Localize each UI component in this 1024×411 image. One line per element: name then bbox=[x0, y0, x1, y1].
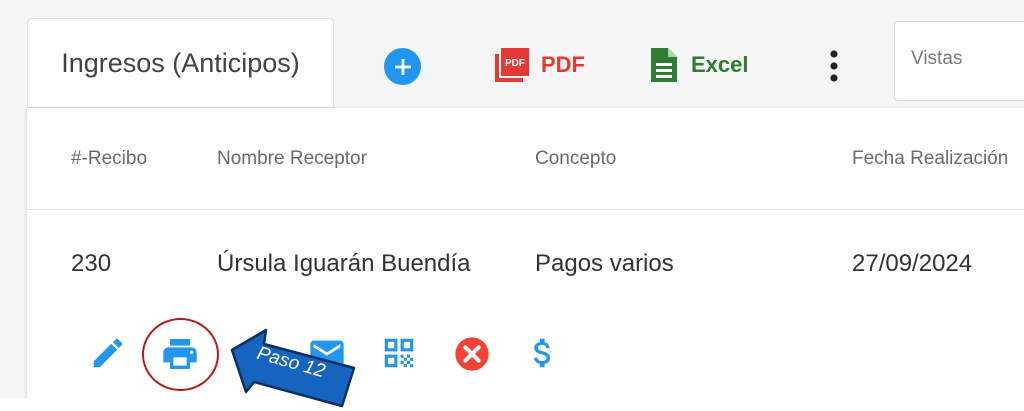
cell-recibo: 230 bbox=[71, 250, 112, 277]
cell-nombre-receptor: Úrsula Iguarán Buendía bbox=[217, 250, 471, 277]
excel-label: Excel bbox=[691, 52, 749, 77]
edit-button[interactable] bbox=[89, 334, 127, 377]
qr-code-icon bbox=[384, 338, 414, 368]
export-excel-button[interactable]: Excel bbox=[649, 46, 749, 84]
views-placeholder: Vistas bbox=[911, 48, 963, 69]
cancel-button[interactable] bbox=[452, 334, 492, 379]
pdf-icon-badge: PDF bbox=[505, 58, 525, 69]
excel-file-icon bbox=[651, 48, 677, 82]
cell-fecha: 27/09/2024 bbox=[852, 250, 973, 277]
tab-ingresos-anticipos[interactable]: Ingresos (Anticipos) bbox=[27, 18, 334, 108]
highlight-circle bbox=[142, 318, 219, 391]
pdf-file-icon: PDF bbox=[495, 48, 529, 82]
column-header-nombre-receptor[interactable]: Nombre Receptor bbox=[217, 148, 367, 170]
edit-icon bbox=[93, 338, 123, 368]
step-callout-arrow: Paso 12 bbox=[224, 322, 359, 411]
footer-strip bbox=[0, 398, 1024, 411]
views-select[interactable]: Vistas bbox=[894, 21, 1024, 101]
column-header-concepto[interactable]: Concepto bbox=[535, 148, 616, 170]
kebab-menu-icon bbox=[830, 50, 838, 82]
column-header-recibo[interactable]: #-Recibo bbox=[71, 148, 147, 170]
cell-concepto: Pagos varios bbox=[535, 250, 674, 277]
tab-title: Ingresos (Anticipos) bbox=[61, 47, 300, 78]
export-pdf-button[interactable]: PDF PDF bbox=[493, 46, 585, 84]
add-button[interactable] bbox=[384, 48, 421, 85]
cancel-icon bbox=[455, 337, 489, 371]
payment-button[interactable] bbox=[524, 334, 562, 377]
dollar-icon bbox=[534, 338, 551, 368]
column-header-fecha-realizacion[interactable]: Fecha Realización bbox=[852, 148, 1008, 170]
header-divider bbox=[27, 209, 1024, 210]
qr-code-button[interactable] bbox=[380, 334, 418, 377]
pdf-label: PDF bbox=[541, 52, 585, 77]
plus-circle-icon bbox=[394, 58, 411, 75]
more-options-button[interactable] bbox=[827, 46, 841, 86]
